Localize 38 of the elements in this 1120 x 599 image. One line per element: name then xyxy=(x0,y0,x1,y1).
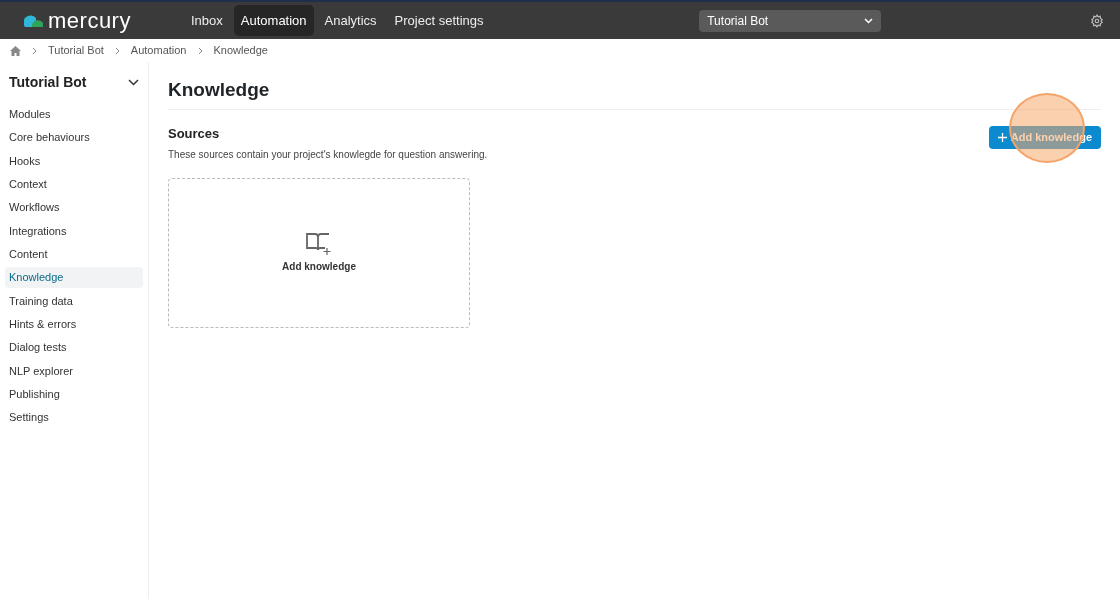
settings-icon[interactable] xyxy=(1090,13,1104,28)
nav-tab[interactable]: Inbox xyxy=(184,4,230,37)
plus-icon xyxy=(997,133,1007,142)
project-select[interactable]: Tutorial Bot xyxy=(699,9,882,32)
chevron-right-icon xyxy=(197,46,203,55)
breadcrumb-link[interactable]: Tutorial Bot xyxy=(48,42,104,59)
sidebar-item[interactable]: Hooks xyxy=(5,150,143,172)
nav-tab[interactable]: Automation xyxy=(233,4,314,37)
home-icon[interactable] xyxy=(10,45,21,56)
sidebar-item[interactable]: Dialog tests xyxy=(5,337,143,359)
card-label: Add knowledge xyxy=(282,260,356,274)
chevron-down-icon[interactable] xyxy=(128,78,139,86)
sidebar-item[interactable]: Integrations xyxy=(5,220,143,242)
breadcrumb-link[interactable]: Automation xyxy=(130,42,187,59)
sidebar-item[interactable]: Workflows xyxy=(5,197,143,219)
nav-tab[interactable]: Analytics xyxy=(317,4,384,37)
sidebar-item[interactable]: Hints & errors xyxy=(5,314,143,336)
chevron-right-icon xyxy=(32,46,37,55)
sidebar-item[interactable]: NLP explorer xyxy=(5,360,143,382)
page-title: Knowledge xyxy=(168,79,270,100)
chevron-right-icon xyxy=(114,46,120,55)
sidebar-item[interactable]: Training data xyxy=(5,290,143,312)
sidebar-item[interactable]: Content xyxy=(5,244,143,266)
book-plus-icon xyxy=(305,231,333,255)
logo-text: mercury xyxy=(48,9,131,32)
sidebar-item[interactable]: Settings xyxy=(5,407,143,429)
sidebar-item[interactable]: Publishing xyxy=(5,384,143,406)
logo-icon xyxy=(24,14,44,27)
sidebar-item[interactable]: Context xyxy=(5,174,143,196)
sidebar-item[interactable]: Core behaviours xyxy=(5,127,143,149)
sidebar-title: Tutorial Bot xyxy=(9,72,87,92)
section-description: These sources contain your project's knowlegde for question answering. xyxy=(168,147,488,162)
sidebar-item[interactable]: Modules xyxy=(5,104,143,125)
chevron-down-icon xyxy=(864,17,874,24)
add-knowledge-card[interactable]: Add knowledge xyxy=(168,177,470,328)
section-title: Sources xyxy=(168,125,221,143)
sidebar-item[interactable]: Knowledge xyxy=(5,267,143,289)
nav-tab[interactable]: Project settings xyxy=(387,4,491,37)
